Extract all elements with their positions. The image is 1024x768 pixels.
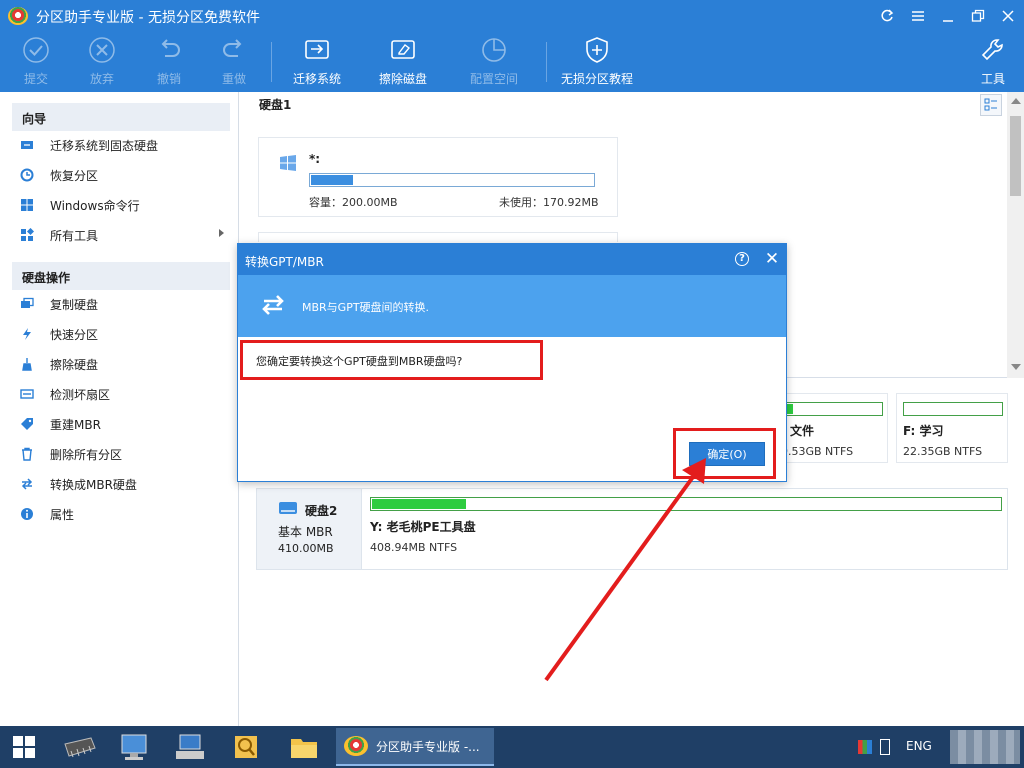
input-language[interactable]: ENG <box>906 739 932 753</box>
taskbar-computer-app[interactable] <box>114 731 154 763</box>
taskbar-app-label: 分区助手专业版 -... <box>376 739 480 754</box>
memory-chip-icon <box>64 737 96 758</box>
taskbar: 分区助手专业版 -... ENG <box>0 726 1024 768</box>
taskbar-file-explorer[interactable] <box>284 731 324 763</box>
tray-flag-icon[interactable] <box>858 740 872 754</box>
keyboard-monitor-icon <box>176 734 204 759</box>
tray-clock-blurred <box>950 730 1020 764</box>
annotation-arrow-icon <box>544 458 706 682</box>
tray-device-icon[interactable] <box>880 739 890 755</box>
computer-icon <box>121 734 147 760</box>
taskbar-keyboard-app[interactable] <box>170 731 210 763</box>
taskbar-memory-app[interactable] <box>60 731 100 763</box>
taskbar-active-app[interactable]: 分区助手专业版 -... <box>336 728 494 766</box>
magnifier-icon <box>235 736 257 758</box>
taskbar-search-app[interactable] <box>226 731 266 763</box>
folder-icon <box>291 739 317 758</box>
app-logo-icon <box>344 736 368 756</box>
start-button[interactable] <box>4 731 44 763</box>
windows-logo-icon <box>13 736 35 758</box>
